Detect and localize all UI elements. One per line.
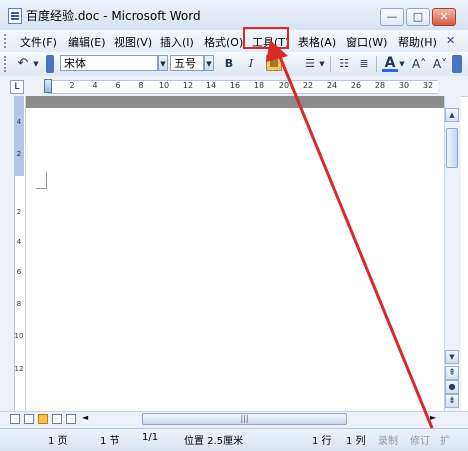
- outline-view-icon[interactable]: [52, 414, 62, 424]
- menubar-close-icon[interactable]: ✕: [446, 34, 455, 47]
- ruler-tick: 30: [398, 81, 410, 90]
- menu-edit[interactable]: 编辑(E): [68, 34, 106, 50]
- font-size-combo[interactable]: 五号: [170, 55, 204, 71]
- indent-marker-icon[interactable]: [44, 79, 52, 93]
- ruler-tick: 20: [278, 81, 290, 90]
- status-section: 1 节: [100, 436, 120, 447]
- scroll-right-icon[interactable]: ►: [430, 413, 436, 422]
- toolbar-options-icon[interactable]: [452, 55, 462, 73]
- ruler-tick: 6: [115, 81, 121, 90]
- page-gap: [26, 96, 444, 108]
- numbering-icon[interactable]: ≣: [356, 56, 372, 72]
- status-page: 1 页: [48, 436, 68, 447]
- italic-button[interactable]: I: [244, 56, 258, 72]
- window-title: 百度经验.doc - Microsoft Word: [26, 9, 201, 23]
- scroll-down-icon[interactable]: ▼: [445, 350, 459, 364]
- tab-selector[interactable]: L: [10, 80, 24, 94]
- status-position: 位置 2.5厘米: [184, 436, 244, 447]
- ruler-tick: 32: [422, 81, 434, 90]
- ruler-tick: 8: [138, 81, 144, 90]
- horizontal-scroll-thumb[interactable]: |||: [142, 413, 347, 425]
- maximize-button[interactable]: □: [406, 8, 430, 26]
- document-page[interactable]: [26, 108, 444, 410]
- print-layout-view-icon[interactable]: [38, 414, 48, 424]
- line-spacing-icon[interactable]: ☰: [302, 56, 318, 72]
- highlight-icon[interactable]: [266, 55, 282, 71]
- word-document-icon: [8, 8, 22, 24]
- ruler-tick: 18: [253, 81, 265, 90]
- line-spacing-dropdown-icon[interactable]: ▼: [318, 56, 326, 72]
- previous-page-icon[interactable]: ⇞: [445, 366, 459, 380]
- ruler-tick: 12: [182, 81, 194, 90]
- text-boundary-corner: [36, 172, 47, 189]
- vertical-ruler-tick: 4: [16, 238, 22, 246]
- toolbar-separator: [376, 56, 377, 72]
- vertical-scroll-thumb[interactable]: [446, 128, 458, 168]
- ruler-tick: 10: [158, 81, 170, 90]
- menu-view[interactable]: 视图(V): [114, 34, 152, 50]
- status-line: 1 行: [312, 436, 332, 447]
- status-extend[interactable]: 扩: [440, 432, 450, 447]
- font-color-dropdown-icon[interactable]: ▼: [398, 56, 406, 72]
- ruler-tick: 28: [374, 81, 386, 90]
- font-name-combo[interactable]: 宋体: [60, 55, 158, 71]
- menu-format[interactable]: 格式(O): [204, 34, 243, 50]
- minimize-button[interactable]: —: [380, 8, 404, 26]
- status-revision[interactable]: 修订: [410, 432, 430, 447]
- status-record[interactable]: 录制: [378, 432, 398, 447]
- vertical-ruler-tick: 10: [14, 332, 24, 340]
- menu-window[interactable]: 窗口(W): [346, 34, 387, 50]
- font-size-dropdown-icon[interactable]: ▼: [204, 55, 214, 71]
- highlight-icon-inner: [270, 59, 278, 67]
- vertical-ruler-tick: 2: [16, 208, 22, 216]
- reading-view-icon[interactable]: [66, 414, 76, 424]
- vertical-ruler-tick: 8: [16, 300, 22, 308]
- undo-dropdown-icon[interactable]: ▼: [32, 56, 40, 72]
- web-layout-view-icon[interactable]: [24, 414, 34, 424]
- close-button[interactable]: ✕: [432, 8, 456, 26]
- status-column: 1 列: [346, 436, 366, 447]
- grow-font-button[interactable]: A˄: [410, 56, 428, 72]
- vertical-ruler-tick: 6: [16, 268, 22, 276]
- ruler-tick: 26: [350, 81, 362, 90]
- normal-view-icon[interactable]: [10, 414, 20, 424]
- ruler-tick: 14: [205, 81, 217, 90]
- tools-menu-highlight-box: [243, 27, 289, 49]
- scroll-left-icon[interactable]: ◄: [82, 413, 88, 422]
- menu-insert[interactable]: 插入(I): [160, 34, 194, 50]
- toolbar-separator: [330, 56, 331, 72]
- undo-icon[interactable]: ↶: [14, 56, 32, 72]
- select-browse-object-icon[interactable]: ●: [445, 380, 459, 394]
- shrink-font-button[interactable]: A˅: [432, 56, 448, 72]
- ruler-tick: 22: [302, 81, 314, 90]
- vertical-ruler-tick: 2: [16, 150, 22, 158]
- ruler-tick: 24: [326, 81, 338, 90]
- next-page-icon[interactable]: ⇟: [445, 394, 459, 408]
- status-page-of: 1/1: [142, 432, 159, 443]
- toolbar-grip[interactable]: [4, 56, 9, 72]
- font-color-icon[interactable]: A: [382, 56, 398, 72]
- toolbar-options-icon[interactable]: [46, 55, 54, 73]
- bold-button[interactable]: B: [222, 56, 236, 72]
- bullets-icon[interactable]: ☷: [336, 56, 352, 72]
- ruler-tick: 4: [92, 81, 98, 90]
- vertical-ruler-tick: 12: [14, 365, 24, 373]
- menubar-grip[interactable]: [4, 34, 9, 48]
- menu-file[interactable]: 文件(F): [20, 34, 57, 50]
- menu-table[interactable]: 表格(A): [298, 34, 336, 50]
- ruler-tick: 16: [229, 81, 241, 90]
- vertical-ruler-margin: [14, 96, 24, 176]
- scroll-up-icon[interactable]: ▲: [445, 108, 459, 122]
- menu-help[interactable]: 帮助(H): [398, 34, 437, 50]
- font-name-dropdown-icon[interactable]: ▼: [158, 55, 168, 71]
- vertical-ruler-tick: 4: [16, 118, 22, 126]
- ruler-tick: 2: [69, 81, 75, 90]
